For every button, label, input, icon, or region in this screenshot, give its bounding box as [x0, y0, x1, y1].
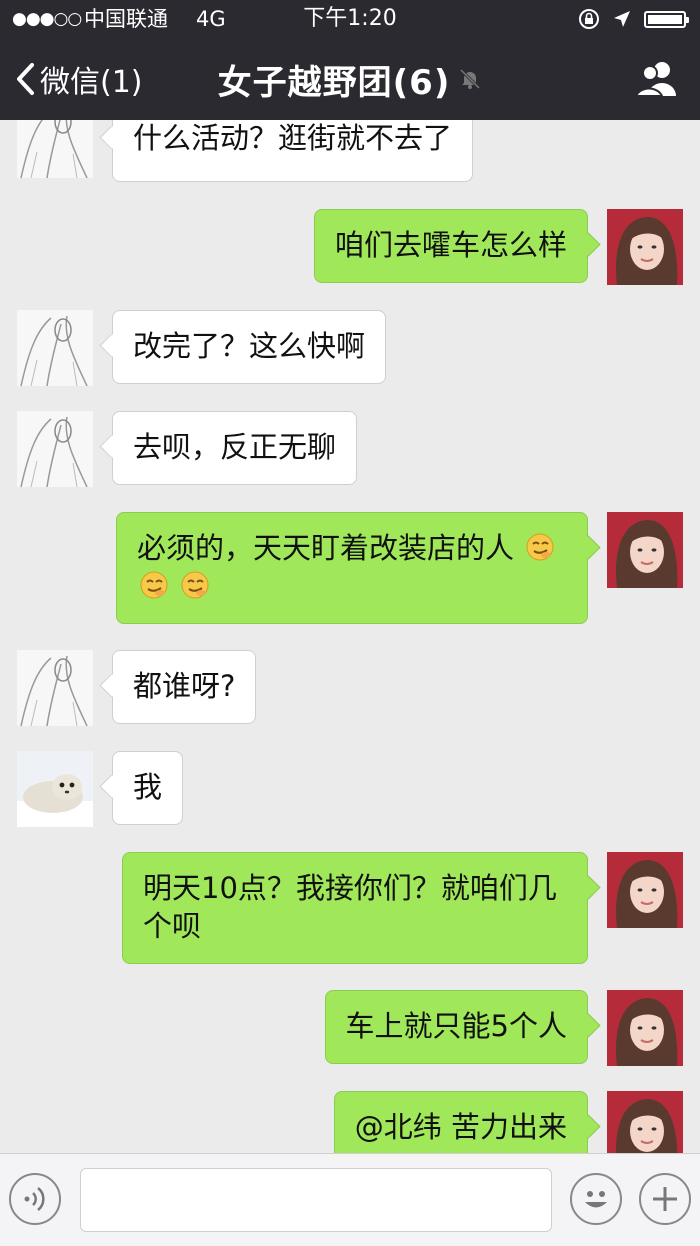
- message-bubble[interactable]: 明天10点？我接你们？就咱们几个呗: [122, 852, 588, 964]
- message-bubble[interactable]: 都谁呀?: [112, 650, 257, 724]
- message-text: @北纬 苦力出来: [354, 1110, 567, 1144]
- emoji-button[interactable]: [570, 1173, 622, 1225]
- sketch-avatar[interactable]: [17, 650, 93, 726]
- message-text: 都谁呀?: [133, 669, 236, 703]
- group-members-icon[interactable]: [634, 56, 680, 102]
- smirk-emoji-icon: [140, 571, 168, 599]
- message-text: 必须的，天天盯着改装店的人: [137, 531, 515, 565]
- message-text: 我: [133, 770, 163, 804]
- smirk-emoji-icon: [526, 533, 554, 561]
- message-text: 什么活动？逛街就不去了: [133, 121, 453, 155]
- girl-avatar[interactable]: [607, 852, 683, 928]
- smirk-emoji-icon: [181, 571, 209, 599]
- battery-icon: [644, 10, 689, 28]
- message-text: 车上就只能5个人: [345, 1009, 567, 1043]
- emoji-icon: [585, 1191, 607, 1208]
- input-bar: [0, 1153, 700, 1246]
- message-bubble[interactable]: 去呗，反正无聊: [112, 411, 358, 485]
- chat-area[interactable]: 什么活动？逛街就不去了 咱们去嚯车怎么样 改完了？这么快啊 去呗，反正无聊 必须…: [0, 120, 700, 1153]
- sketch-avatar[interactable]: [17, 310, 93, 386]
- girl-avatar[interactable]: [607, 209, 683, 285]
- message-text: 改完了？这么快啊: [133, 329, 366, 363]
- rotation-lock-icon: [579, 9, 599, 29]
- location-icon: [614, 11, 630, 27]
- top-bar: ●●●○○ 中国联通 4G 下午1:20 微信(1) 女子越野团(6): [0, 0, 700, 120]
- nav-bar: 微信(1) 女子越野团(6): [0, 38, 700, 120]
- sketch-avatar[interactable]: [17, 120, 93, 178]
- more-button[interactable]: [639, 1173, 691, 1225]
- status-bar: ●●●○○ 中国联通 4G 下午1:20: [0, 0, 700, 38]
- message-bubble[interactable]: 改完了？这么快啊: [112, 310, 387, 384]
- mute-bell-icon: [460, 68, 481, 90]
- chat-title-wrap: 女子越野团(6): [0, 38, 700, 120]
- message-text: 去呗，反正无聊: [133, 430, 337, 464]
- message-bubble[interactable]: 什么活动？逛街就不去了: [112, 120, 474, 182]
- plus-icon: [653, 1187, 677, 1211]
- sketch-avatar[interactable]: [17, 411, 93, 487]
- message-bubble[interactable]: @北纬 苦力出来: [333, 1091, 588, 1153]
- girl-avatar[interactable]: [607, 1091, 683, 1153]
- message-bubble[interactable]: 咱们去嚯车怎么样: [313, 209, 588, 283]
- message-bubble[interactable]: 必须的，天天盯着改装店的人: [116, 512, 588, 624]
- seal-avatar[interactable]: [17, 751, 93, 827]
- chat-title: 女子越野团(6): [217, 62, 451, 103]
- message-text: 咱们去嚯车怎么样: [334, 228, 567, 262]
- voice-icon: [24, 1187, 45, 1211]
- message-text: 明天10点？我接你们？就咱们几个呗: [143, 871, 557, 943]
- message-bubble[interactable]: 车上就只能5个人: [324, 990, 588, 1064]
- message-input[interactable]: [80, 1168, 552, 1232]
- message-bubble[interactable]: 我: [112, 751, 184, 825]
- girl-avatar[interactable]: [607, 512, 683, 588]
- girl-avatar[interactable]: [607, 990, 683, 1066]
- voice-button[interactable]: [9, 1173, 61, 1225]
